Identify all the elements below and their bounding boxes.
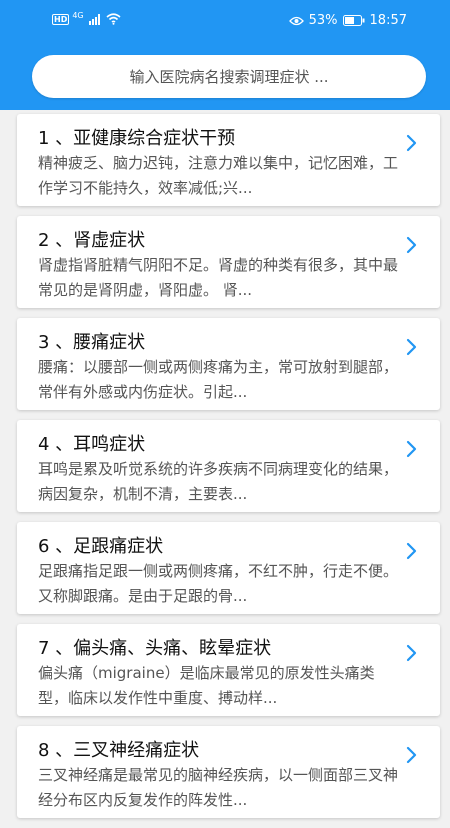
wifi-icon (106, 13, 121, 25)
list-item-description: 精神疲乏、脑力迟钝，注意力难以集中，记忆困难，工作学习不能持久，效率减低;兴..… (38, 154, 398, 197)
list-item-description: 足跟痛指足跟一侧或两侧疼痛，不红不肿，行走不便。又称脚跟痛。是由于足跟的骨... (38, 562, 398, 605)
list-item-title: 4 、耳鸣症状 (38, 434, 146, 455)
list-item[interactable]: 3 、腰痛症状 腰痛：以腰部一侧或两侧疼痛为主，常可放射到腿部，常伴有外感或内伤… (17, 318, 440, 410)
app-header: HD 4G 53% 18:57 输入医院病名搜索调理症状 ... (0, 0, 450, 110)
network-type-label: 4G (72, 10, 84, 20)
chevron-right-icon (406, 644, 418, 666)
list-item-description: 三叉神经痛是最常见的脑神经疾病，以一侧面部三叉神经分布区内反复发作的阵发性... (38, 766, 398, 809)
hd-badge: HD (52, 13, 70, 25)
battery-icon (342, 15, 365, 26)
list-item[interactable]: 8 、三叉神经痛症状 三叉神经痛是最常见的脑神经疾病，以一侧面部三叉神经分布区内… (17, 726, 440, 818)
list-item-description: 腰痛：以腰部一侧或两侧疼痛为主，常可放射到腿部，常伴有外感或内伤症状。引起... (38, 358, 398, 401)
list-item-description: 偏头痛（migraine）是临床最常见的原发性头痛类型，临床以发作性中重度、搏动… (38, 664, 375, 707)
clock: 18:57 (369, 13, 407, 28)
signal-icon (88, 13, 100, 25)
list-item-title: 2 、肾虚症状 (38, 230, 146, 251)
list-item-title: 1 、亚健康综合症状干预 (38, 128, 236, 149)
status-bar: HD 4G 53% 18:57 (0, 0, 450, 42)
list-item[interactable]: 1 、亚健康综合症状干预 精神疲乏、脑力迟钝，注意力难以集中，记忆困难，工作学习… (17, 114, 440, 206)
battery-percent: 53% (308, 13, 338, 28)
chevron-right-icon (406, 338, 418, 360)
symptom-list: 1 、亚健康综合症状干预 精神疲乏、脑力迟钝，注意力难以集中，记忆困难，工作学习… (17, 114, 440, 828)
chevron-right-icon (406, 746, 418, 768)
list-item[interactable]: 6 、足跟痛症状 足跟痛指足跟一侧或两侧疼痛，不红不肿，行走不便。又称脚跟痛。是… (17, 522, 440, 614)
search-input[interactable]: 输入医院病名搜索调理症状 ... (32, 55, 426, 98)
status-bar-right: 53% 18:57 (288, 13, 407, 28)
search-placeholder: 输入医院病名搜索调理症状 ... (129, 68, 329, 86)
status-bar-left: HD 4G (52, 10, 121, 25)
list-item-title: 3 、腰痛症状 (38, 332, 146, 353)
list-item[interactable]: 2 、肾虚症状 肾虚指肾脏精气阴阳不足。肾虚的种类有很多，其中最常见的是肾阴虚，… (17, 216, 440, 308)
chevron-right-icon (406, 440, 418, 462)
list-item[interactable]: 7 、偏头痛、头痛、眩晕症状 偏头痛（migraine）是临床最常见的原发性头痛… (17, 624, 440, 716)
list-item[interactable]: 4 、耳鸣症状 耳鸣是累及听觉系统的许多疾病不同病理变化的结果，病因复杂，机制不… (17, 420, 440, 512)
list-item-description: 肾虚指肾脏精气阴阳不足。肾虚的种类有很多，其中最常见的是肾阴虚，肾阳虚。 肾..… (38, 256, 398, 299)
chevron-right-icon (406, 134, 418, 156)
list-item-description: 耳鸣是累及听觉系统的许多疾病不同病理变化的结果，病因复杂，机制不清，主要表... (38, 460, 398, 503)
chevron-right-icon (406, 236, 418, 258)
eye-icon (288, 16, 304, 26)
chevron-right-icon (406, 542, 418, 564)
list-item-title: 6 、足跟痛症状 (38, 536, 164, 557)
list-item-title: 7 、偏头痛、头痛、眩晕症状 (38, 638, 272, 659)
list-item-title: 8 、三叉神经痛症状 (38, 740, 200, 761)
